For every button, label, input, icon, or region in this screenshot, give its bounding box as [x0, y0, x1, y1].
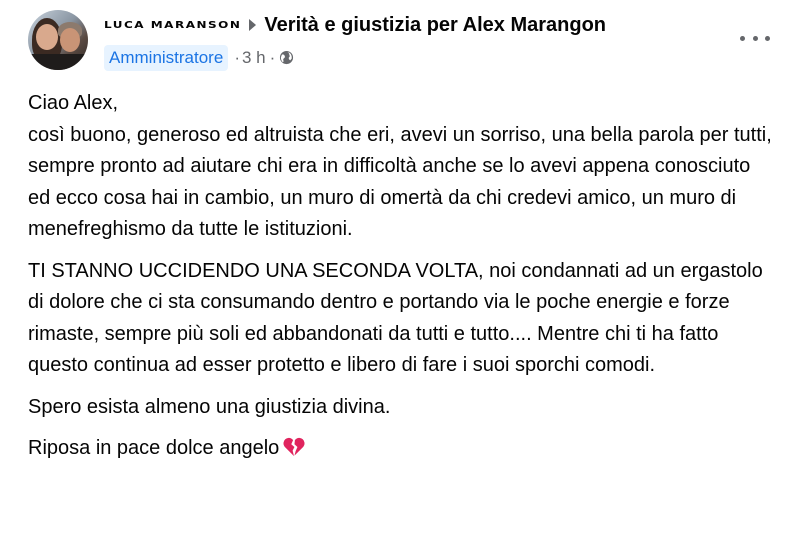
post-header: LUCA MARANSON Verità e giustizia per Ale…: [104, 12, 606, 38]
post-paragraph-4: Riposa in pace dolce angelo: [28, 437, 280, 459]
post-paragraph-1: Ciao Alex, così buono, generoso ed altru…: [28, 92, 772, 240]
post-paragraph-4-wrapper: Riposa in pace dolce angelo: [28, 433, 778, 465]
caret-right-icon: [249, 19, 257, 31]
post-paragraph-3: Spero esista almeno una giustizia divina…: [28, 395, 391, 418]
more-options-icon[interactable]: [740, 28, 770, 48]
admin-badge[interactable]: Amministratore: [104, 44, 229, 71]
broken-heart-icon: [283, 437, 305, 457]
author-name[interactable]: LUCA MARANSON: [104, 19, 241, 30]
post-body: Ciao Alex, così buono, generoso ed altru…: [28, 88, 778, 475]
meta-separator: ·: [234, 47, 240, 67]
post-meta: Amministratore · 3 h ·: [104, 44, 294, 71]
group-name[interactable]: Verità e giustizia per Alex Marangon: [264, 14, 606, 37]
author-avatar[interactable]: [28, 10, 88, 70]
globe-icon[interactable]: [279, 50, 294, 65]
facebook-post: LUCA MARANSON Verità e giustizia per Ale…: [0, 0, 800, 539]
post-timestamp[interactable]: 3 h: [242, 48, 266, 68]
post-paragraph-2: TI STANNO UCCIDENDO UNA SECONDA VOLTA, n…: [28, 259, 763, 377]
meta-separator-2: ·: [269, 47, 276, 67]
